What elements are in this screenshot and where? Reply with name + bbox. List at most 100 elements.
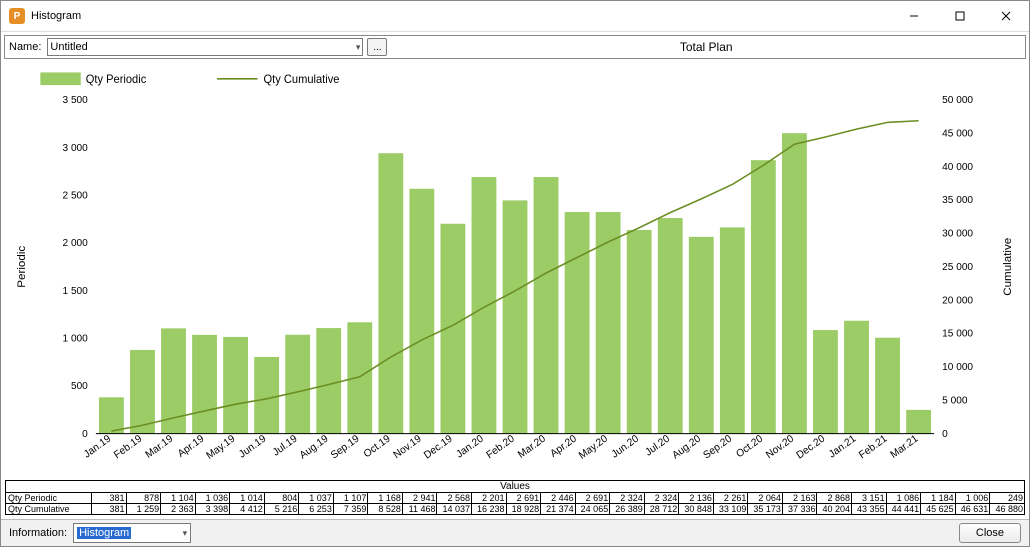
category-label: Sep.19	[329, 433, 362, 462]
bar	[130, 350, 155, 434]
category-label: Mar.21	[889, 433, 921, 461]
right-tick: 0	[942, 429, 948, 440]
minimize-button[interactable]	[891, 1, 937, 31]
left-tick: 0	[82, 429, 88, 440]
row-head-periodic: Qty Periodic	[6, 493, 92, 504]
left-tick: 3 500	[63, 95, 89, 106]
table-cell: 24 065	[575, 504, 610, 515]
table-cell: 1 086	[886, 493, 921, 504]
bar	[534, 177, 559, 434]
maximize-button[interactable]	[937, 1, 983, 31]
category-label: Feb.20	[485, 433, 517, 461]
table-cell: 6 253	[299, 504, 334, 515]
left-tick: 3 000	[63, 143, 89, 154]
table-cell: 40 204	[817, 504, 852, 515]
bar	[192, 335, 217, 434]
category-label: Feb.19	[112, 433, 144, 461]
bar	[906, 410, 931, 434]
bar	[316, 328, 341, 434]
table-cell: 3 398	[195, 504, 230, 515]
category-label: Oct.20	[735, 433, 766, 460]
table-cell: 4 412	[230, 504, 265, 515]
category-label: Aug.20	[671, 433, 704, 462]
table-cell: 1 036	[195, 493, 230, 504]
legend-swatch-periodic	[40, 72, 80, 85]
information-select-value: Histogram	[77, 527, 131, 539]
right-tick: 10 000	[942, 362, 973, 373]
table-cell: 8 528	[368, 504, 403, 515]
category-label: Mar.19	[144, 433, 176, 461]
table-cell: 16 238	[472, 504, 507, 515]
right-tick: 5 000	[942, 395, 968, 406]
category-label: Nov.20	[764, 433, 796, 461]
table-cell: 2 261	[713, 493, 748, 504]
table-cell: 35 173	[748, 504, 783, 515]
legend-label-periodic: Qty Periodic	[86, 74, 147, 86]
category-label: Jul.19	[271, 433, 299, 459]
close-button[interactable]: Close	[959, 523, 1021, 543]
close-window-button[interactable]	[983, 1, 1029, 31]
right-tick: 15 000	[942, 329, 973, 340]
table-cell: 11 468	[402, 504, 437, 515]
category-label: Nov.19	[392, 433, 424, 461]
bar	[565, 212, 590, 434]
information-label: Information:	[9, 527, 67, 539]
window-title: Histogram	[31, 10, 81, 22]
histogram-chart: Qty PeriodicQty Cumulative05001 0001 500…	[5, 64, 1025, 478]
table-cell: 28 712	[644, 504, 679, 515]
bar	[285, 335, 310, 434]
table-row: Qty Cumulative3811 2592 3633 3984 4125 2…	[6, 504, 1025, 515]
table-cell: 26 389	[610, 504, 645, 515]
right-axis-label: Cumulative	[1002, 238, 1014, 296]
category-label: Aug.19	[298, 433, 331, 462]
bar	[658, 218, 683, 434]
chart-area: Qty PeriodicQty Cumulative05001 0001 500…	[5, 64, 1025, 478]
toolbar: Name: Untitled ▾ ... Total Plan	[4, 35, 1026, 59]
left-axis-label: Periodic	[16, 245, 28, 287]
right-tick: 20 000	[942, 295, 973, 306]
table-cell: 2 201	[472, 493, 507, 504]
bar	[409, 189, 434, 434]
app-icon: P	[9, 8, 25, 24]
category-label: May.19	[205, 433, 238, 462]
chevron-down-icon: ▾	[183, 528, 188, 539]
bar	[844, 321, 869, 434]
bar	[720, 227, 745, 433]
legend-label-cumulative: Qty Cumulative	[264, 74, 340, 86]
table-cell: 21 374	[541, 504, 576, 515]
table-cell: 2 064	[748, 493, 783, 504]
information-select[interactable]: Histogram ▾	[73, 523, 191, 543]
values-caption: Values	[5, 480, 1025, 492]
name-select-value: Untitled	[50, 41, 87, 53]
table-cell: 2 324	[610, 493, 645, 504]
footer: Information: Histogram ▾ Close	[1, 519, 1029, 546]
bar	[347, 322, 372, 433]
table-cell: 5 216	[264, 504, 299, 515]
chevron-down-icon: ▾	[356, 42, 361, 53]
left-tick: 1 500	[63, 286, 89, 297]
table-cell: 45 625	[921, 504, 956, 515]
category-label: May.20	[577, 433, 610, 462]
name-browse-button[interactable]: ...	[367, 38, 387, 56]
table-cell: 2 363	[161, 504, 196, 515]
table-cell: 1 014	[230, 493, 265, 504]
plan-title: Total Plan	[391, 40, 1021, 54]
table-cell: 804	[264, 493, 299, 504]
table-cell: 1 107	[333, 493, 368, 504]
table-cell: 878	[126, 493, 161, 504]
table-cell: 7 359	[333, 504, 368, 515]
category-label: Dec.19	[422, 433, 455, 462]
table-cell: 2 324	[644, 493, 679, 504]
table-cell: 1 037	[299, 493, 334, 504]
name-select[interactable]: Untitled ▾	[47, 38, 363, 56]
titlebar: P Histogram	[1, 1, 1029, 32]
table-cell: 2 868	[817, 493, 852, 504]
row-head-cumulative: Qty Cumulative	[6, 504, 92, 515]
table-cell: 2 691	[575, 493, 610, 504]
table-cell: 14 037	[437, 504, 472, 515]
left-tick: 1 000	[63, 333, 89, 344]
bar	[378, 153, 403, 433]
category-label: Jul.20	[644, 433, 672, 459]
table-cell: 2 691	[506, 493, 541, 504]
table-cell: 381	[92, 493, 127, 504]
